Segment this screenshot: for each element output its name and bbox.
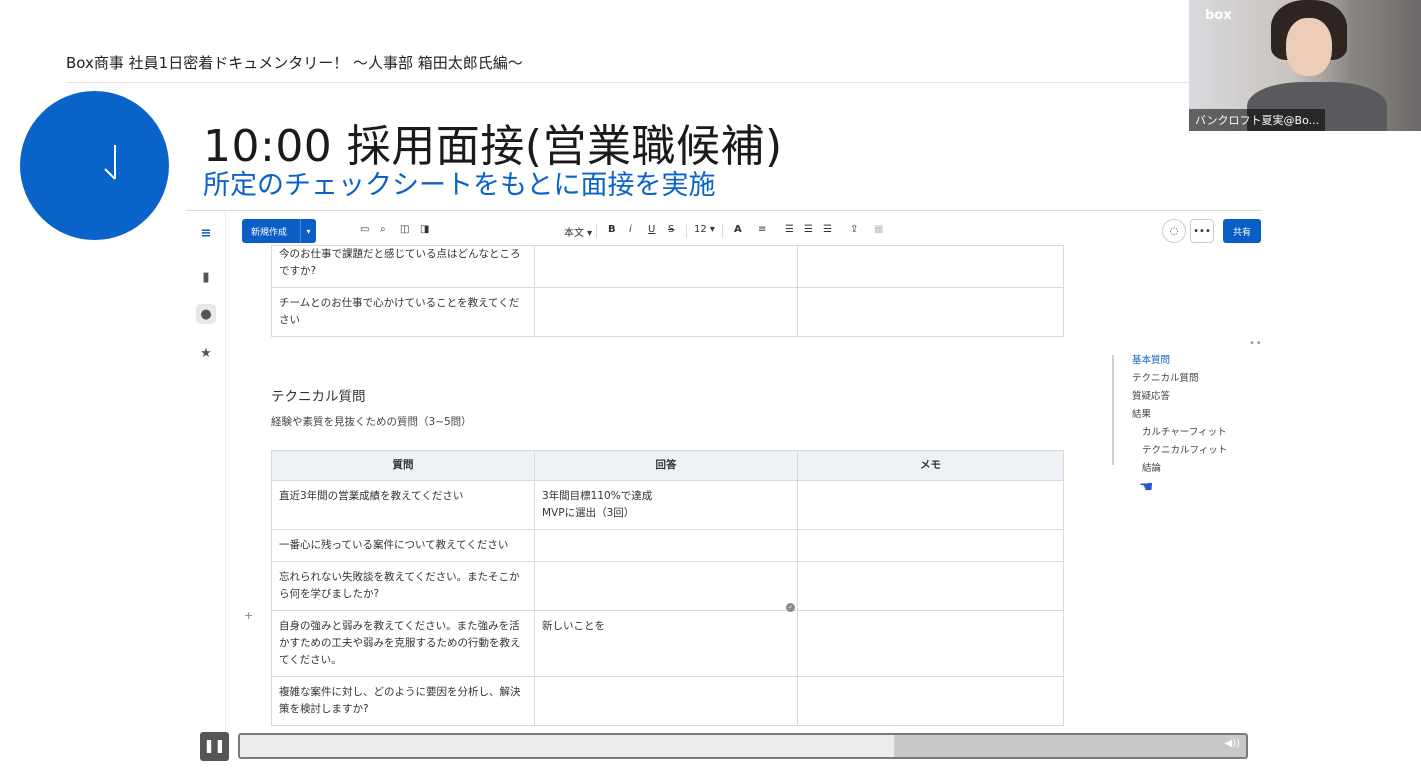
question-cell[interactable]: 複雑な案件に対し、どのように要因を分析し、解決策を検討しますか?	[271, 676, 535, 726]
outline-item[interactable]: 質疑応答	[1132, 388, 1170, 402]
chevron-down-icon[interactable]: ▾	[300, 219, 316, 243]
table-header-row: 質問 回答 メモ	[271, 450, 1064, 481]
person-face	[1286, 18, 1332, 76]
memo-cell[interactable]	[797, 245, 1064, 288]
answer-line: MVPに選出（3回）	[542, 507, 635, 519]
toolbar-divider	[722, 224, 723, 238]
outline-item[interactable]: テクニカルフィット	[1142, 442, 1227, 456]
memo-cell[interactable]	[797, 561, 1064, 611]
answer-cell[interactable]	[534, 245, 798, 288]
cursor-presence-icon: ✓	[786, 603, 795, 612]
memo-cell[interactable]	[797, 529, 1064, 562]
answer-line: 3年間目標110%で達成	[542, 490, 653, 502]
table-row: 今のお仕事で課題だと感じている点はどんなところですか?	[271, 245, 1064, 288]
checklist-icon[interactable]: ☰	[823, 224, 832, 235]
hand-cursor-icon: ☚	[1139, 477, 1154, 496]
memo-cell[interactable]	[797, 676, 1064, 726]
slide-caption: Box商事 社員1日密着ドキュメンタリー！ ～人事部 箱田太郎氏編～	[66, 54, 523, 72]
outline-item[interactable]: 結論	[1142, 460, 1161, 474]
outline-more-icon[interactable]: •••	[1249, 338, 1262, 349]
memo-cell[interactable]	[797, 480, 1064, 530]
answer-cell[interactable]: 新しいことを	[534, 610, 798, 677]
outline-item[interactable]: 基本質問	[1132, 352, 1170, 366]
document-icon[interactable]: ▮	[196, 267, 216, 287]
layout-icon[interactable]: ◫	[400, 224, 409, 235]
clock-icon	[20, 91, 169, 240]
webcam-video: box バンクロフト夏実@Bo...	[1189, 0, 1421, 131]
table-row: 複雑な案件に対し、どのように要因を分析し、解決策を検討しますか?	[271, 676, 1064, 726]
pause-button[interactable]: ❚❚	[200, 732, 229, 761]
outline-item[interactable]: テクニカル質問	[1132, 370, 1199, 384]
bullet-list-icon[interactable]: ☰	[785, 224, 794, 235]
volume-icon[interactable]: ◀))	[1225, 738, 1241, 749]
strikethrough-button[interactable]: S	[668, 224, 674, 235]
outline-track	[1112, 355, 1114, 465]
clock-hand	[114, 145, 116, 179]
font-color-button[interactable]: A	[734, 224, 742, 235]
memo-cell[interactable]	[797, 287, 1064, 337]
question-cell[interactable]: 忘れられない失敗談を教えてください。またそこから何を学びましたか?	[271, 561, 535, 611]
answer-cell[interactable]	[534, 561, 798, 611]
box-logo: box	[1205, 8, 1232, 23]
text-style-label: 本文	[564, 228, 584, 239]
left-rail: ≡ ▮ ● ★	[186, 211, 226, 730]
section-heading: テクニカル質問	[271, 389, 366, 405]
text-style-dropdown[interactable]: 本文 ▾	[564, 224, 592, 239]
outline-item[interactable]: カルチャーフィット	[1142, 424, 1227, 438]
new-button[interactable]: 新規作成 ▾	[242, 219, 316, 243]
table-row: 直近3年間の営業成績を教えてください 3年間目標110%で達成 MVPに選出（3…	[271, 480, 1064, 530]
numbered-list-icon[interactable]: ☰	[804, 224, 813, 235]
technical-questions-table: 質問 回答 メモ 直近3年間の営業成績を教えてください 3年間目標110%で達成…	[271, 450, 1064, 726]
insert-icon[interactable]: ⇪	[850, 224, 858, 235]
more-button[interactable]: •••	[1190, 219, 1214, 243]
question-cell[interactable]: 今のお仕事で課題だと感じている点はどんなところですか?	[271, 245, 535, 288]
comment-icon[interactable]: ◌	[1162, 219, 1186, 243]
column-header-memo: メモ	[797, 450, 1064, 481]
participant-name: バンクロフト夏実@Bo...	[1189, 109, 1326, 131]
answer-cell[interactable]	[534, 529, 798, 562]
shared-screen: ≡ ▮ ● ★ 新規作成 ▾ ▭ ⌕ ◫ ◨ 本文 ▾ B i U S 12 ▾…	[186, 210, 1262, 730]
slide-subtitle: 所定のチェックシートをもとに面接を実施	[203, 170, 716, 201]
question-cell[interactable]: 直近3年間の営業成績を教えてください	[271, 480, 535, 530]
table-row: 忘れられない失敗談を教えてください。またそこから何を学びましたか?	[271, 561, 1064, 611]
question-cell[interactable]: チームとのお仕事で心かけていることを教えてください	[271, 287, 535, 337]
share-button[interactable]: 共有	[1223, 219, 1261, 243]
column-header-question: 質問	[271, 450, 535, 481]
table-icon[interactable]: ▦	[874, 224, 883, 235]
basic-questions-table: 今のお仕事で課題だと感じている点はどんなところですか? チームとのお仕事で心かけ…	[271, 245, 1064, 337]
italic-button[interactable]: i	[629, 224, 632, 235]
table-row: チームとのお仕事で心かけていることを教えてください	[271, 287, 1064, 337]
new-button-label: 新規作成	[251, 227, 288, 238]
question-cell[interactable]: 自身の強みと弱みを教えてください。また強みを活かすための工夫や弱みを克服するため…	[271, 610, 535, 677]
toolbar-divider	[596, 224, 597, 238]
section-description: 経験や素質を見抜くための質問（3~5問）	[271, 416, 472, 428]
progress-fill	[240, 735, 894, 757]
search-icon[interactable]: ⌕	[380, 224, 386, 235]
history-icon[interactable]: ●	[196, 304, 216, 324]
font-size-dropdown[interactable]: 12 ▾	[694, 224, 715, 235]
align-icon[interactable]: ≡	[758, 224, 766, 235]
memo-cell[interactable]	[797, 610, 1064, 677]
table-row: 一番心に残っている案件について教えてください	[271, 529, 1064, 562]
font-size-label: 12	[694, 224, 707, 235]
bold-button[interactable]: B	[608, 224, 616, 235]
underline-button[interactable]: U	[648, 224, 655, 235]
answer-cell[interactable]	[534, 287, 798, 337]
notes-logo-icon[interactable]: ≡	[196, 223, 216, 243]
toolbar-divider	[686, 224, 687, 238]
outline-item[interactable]: 結果	[1132, 406, 1151, 420]
header-divider	[66, 82, 1196, 83]
answer-cell[interactable]: 3年間目標110%で達成 MVPに選出（3回）	[534, 480, 798, 530]
add-block-icon[interactable]: +	[244, 609, 253, 622]
star-icon[interactable]: ★	[196, 343, 216, 363]
column-header-answer: 回答	[534, 450, 798, 481]
folder-icon[interactable]: ▭	[360, 224, 369, 235]
question-cell[interactable]: 一番心に残っている案件について教えてください	[271, 529, 535, 562]
answer-cell[interactable]	[534, 676, 798, 726]
table-row: 自身の強みと弱みを教えてください。また強みを活かすための工夫や弱みを克服するため…	[271, 610, 1064, 677]
width-icon[interactable]: ◨	[420, 224, 429, 235]
video-progress-bar[interactable]: ◀))	[238, 733, 1248, 759]
progress-remaining	[893, 735, 1246, 757]
